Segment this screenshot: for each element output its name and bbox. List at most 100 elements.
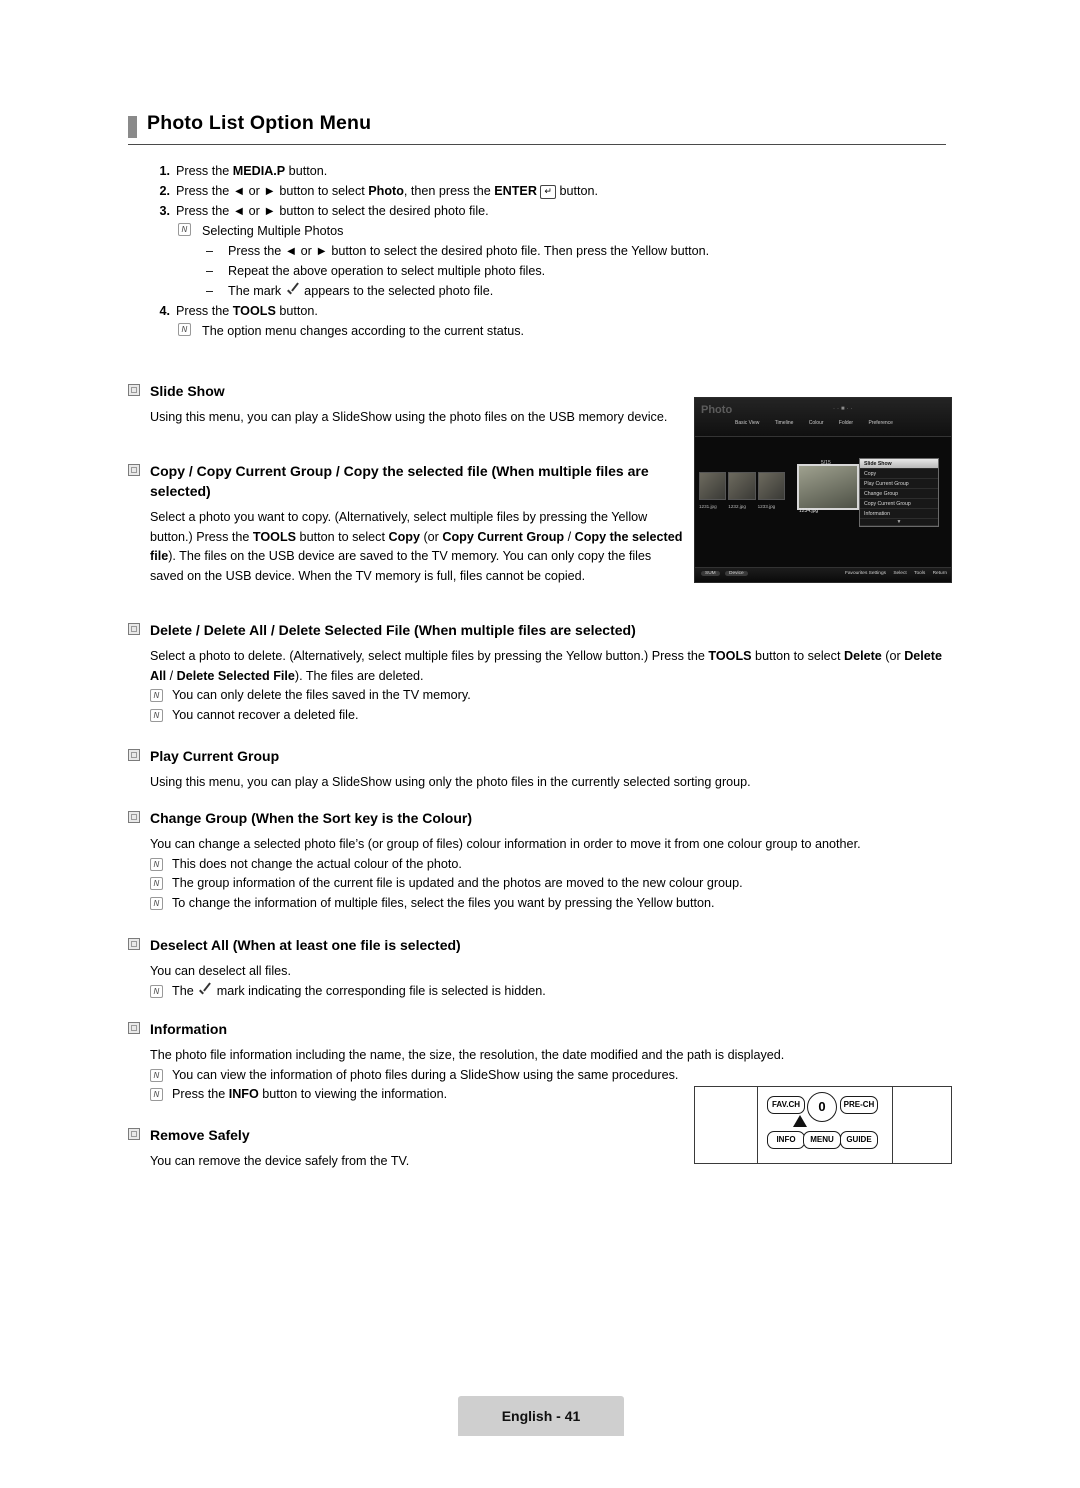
note-icon (150, 1068, 163, 1082)
tv-tab: Folder (838, 420, 854, 426)
section-note-text: You cannot recover a deleted file. (172, 707, 359, 722)
tv-selected-photo (797, 464, 859, 510)
remote-divider-right (892, 1087, 893, 1163)
tv-menu-item-copy: Copy (860, 469, 938, 479)
tv-thumbnail (699, 472, 727, 500)
section-body: You can change a selected photo file’s (… (150, 837, 861, 851)
section-heading-text: Deselect All (When at least one file is … (150, 937, 461, 953)
tv-status-bar: SUM Device Favourites Settings Select To… (695, 567, 951, 582)
tv-tab-bar: Basic View Timeline Colour Folder Prefer… (735, 420, 907, 426)
section-body: You can deselect all files. (150, 964, 291, 978)
step-number: 1. (159, 164, 170, 178)
step-number: 4. (159, 304, 170, 318)
tv-thumbnail (728, 472, 756, 500)
tv-status-left: SUM Device (701, 571, 752, 576)
dash-marker: – (206, 284, 214, 298)
section-body: Select a photo to delete. (Alternatively… (150, 649, 942, 683)
tv-thumbnail-strip (699, 472, 785, 502)
tv-thumbnail-label: 1232.jpg (728, 504, 746, 509)
section-delete: Delete / Delete All / Delete Selected Fi… (128, 620, 950, 725)
section-heading-text: Information (150, 1021, 227, 1037)
tv-top-bar (695, 398, 951, 437)
remote-favch-button: FAV.CH (767, 1096, 805, 1114)
note-icon (150, 877, 163, 890)
step-number: 2. (159, 184, 170, 198)
tv-tab: Timeline (774, 420, 794, 426)
tv-status-return: Return (932, 571, 947, 576)
note-icon (150, 857, 163, 871)
note-icon (178, 323, 191, 336)
section-heading: Slide Show (128, 381, 688, 401)
section-copy: Copy / Copy Current Group / Copy the sel… (128, 461, 688, 586)
section-body: Select a photo you want to copy. (Altern… (150, 510, 683, 583)
title-accent-bar (128, 116, 137, 138)
section-heading-text: Remove Safely (150, 1127, 250, 1143)
tv-status-right: Favourites Settings Select Tools Return (839, 571, 947, 576)
section-deselect-all: Deselect All (When at least one file is … (128, 935, 950, 1001)
page-title: Photo List Option Menu (147, 112, 372, 134)
section-heading-text: Slide Show (150, 383, 225, 399)
tv-menu-item-information: Information (860, 509, 938, 519)
step-subitem: – Repeat the above operation to select m… (150, 262, 950, 281)
section-body: Using this menu, you can play a SlideSho… (150, 775, 751, 789)
dash-marker: – (206, 264, 214, 278)
step-subitem-text: Repeat the above operation to select mul… (228, 264, 546, 278)
step-note-text: The option menu changes according to the… (202, 324, 525, 338)
section-remove-safely: Remove Safely You can remove the device … (128, 1125, 668, 1172)
remote-divider-left (757, 1087, 758, 1163)
step-item: 2. Press the ◄ or ► button to select Pho… (150, 182, 950, 201)
tv-thumbnail-labels: 1231.jpg 1232.jpg 1233.jpg (699, 504, 786, 509)
tv-app-label: Photo (701, 404, 733, 416)
tv-thumbnail-label: 1231.jpg (699, 504, 717, 509)
section-note: You can only delete the files saved in t… (128, 686, 950, 706)
note-icon (178, 223, 191, 236)
step-item: 1. Press the MEDIA.P button. (150, 162, 950, 181)
tv-status-sum: SUM (701, 571, 720, 576)
tv-page-dots-icon: ··■·· (833, 406, 855, 412)
remote-guide-button: GUIDE (840, 1131, 878, 1149)
remote-menu-button: MENU (803, 1131, 841, 1149)
note-icon (150, 984, 163, 998)
bullet-square-icon (128, 749, 140, 761)
tv-status-device: Device (725, 571, 748, 576)
section-body: You can remove the device safely from th… (150, 1154, 410, 1168)
tv-menu-item-copy-current-group: Copy Current Group (860, 499, 938, 509)
tv-tools-menu: Slide Show Copy Play Current Group Chang… (859, 458, 939, 527)
tv-screenshot-illustration: Photo ··■·· Basic View Timeline Colour F… (694, 397, 952, 583)
step-subitem-text: Press the ◄ or ► button to select the de… (228, 244, 710, 258)
manual-page: Photo List Option Menu 1. Press the MEDI… (0, 0, 1080, 1488)
section-heading: Remove Safely (128, 1125, 668, 1145)
bullet-square-icon (128, 623, 140, 635)
section-note-text: To change the information of multiple fi… (172, 895, 715, 910)
step-text: Press the MEDIA.P button. (176, 164, 328, 178)
tv-thumbnail (757, 472, 785, 500)
tv-tab: Colour (808, 420, 824, 426)
tv-status-tools: Tools (914, 571, 926, 576)
step-subitem-text: The mark appears to the selected photo f… (228, 284, 494, 298)
tv-menu-item-play-current-group: Play Current Group (860, 479, 938, 489)
bullet-square-icon (128, 1128, 140, 1140)
steps-list: 1. Press the MEDIA.P button. 2. Press th… (150, 162, 950, 342)
section-body: Using this menu, you can play a SlideSho… (150, 410, 668, 424)
step-note: Selecting Multiple Photos (150, 222, 950, 241)
section-heading-text: Delete / Delete All / Delete Selected Fi… (150, 622, 636, 638)
tv-selected-photo-label: 1234.jpg (799, 508, 819, 514)
section-heading: Play Current Group (128, 746, 950, 766)
remote-pointer-arrow-icon (793, 1115, 807, 1127)
section-note-text: You can view the information of photo fi… (172, 1067, 679, 1082)
note-icon (150, 1088, 163, 1101)
dash-marker: – (206, 244, 214, 258)
section-note: The group information of the current fil… (128, 874, 950, 894)
tv-menu-item-change-group: Change Group (860, 489, 938, 499)
step-note: The option menu changes according to the… (150, 322, 950, 341)
section-heading: Change Group (When the Sort key is the C… (128, 808, 950, 828)
page-footer-label: English - 41 (501, 1408, 581, 1424)
section-note: You cannot recover a deleted file. (128, 706, 950, 726)
tv-status-select: Select (893, 571, 907, 576)
tv-tab: Preference (868, 420, 893, 426)
section-note: You can view the information of photo fi… (128, 1066, 950, 1086)
bullet-square-icon (128, 384, 140, 396)
bullet-square-icon (128, 938, 140, 950)
tv-tab: Basic View (735, 420, 760, 426)
section-note-text: The mark indicating the corresponding fi… (172, 983, 546, 998)
